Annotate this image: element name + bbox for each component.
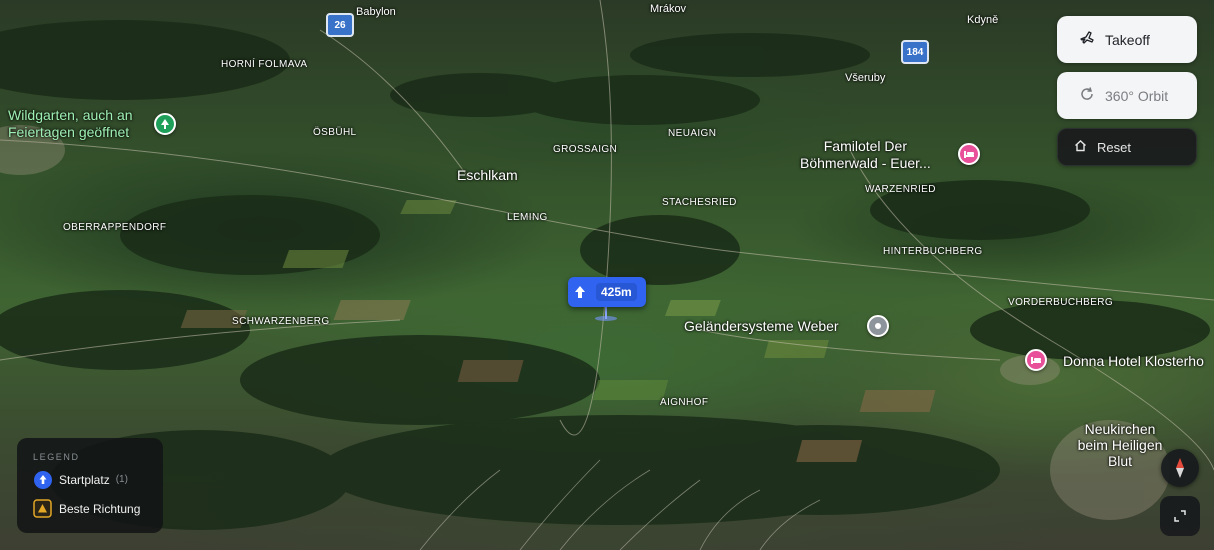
takeoff-button[interactable]: Takeoff bbox=[1057, 16, 1197, 63]
place-label-leming: LEMING bbox=[507, 212, 548, 223]
place-label-vseruby: Všeruby bbox=[845, 72, 886, 84]
place-label-schwarzenberg: SCHWARZENBERG bbox=[232, 316, 330, 327]
place-label-osbuhl: ÖSBÜHL bbox=[313, 127, 357, 138]
place-label-horni-folmava: HORNÍ FOLMAVA bbox=[221, 59, 308, 70]
place-label-mrakov: Mrákov bbox=[650, 3, 687, 15]
place-label-oberrappendorf: OBERRAPPENDORF bbox=[63, 222, 167, 233]
orbit-label: 360° Orbit bbox=[1105, 87, 1169, 104]
rotate-icon bbox=[1079, 86, 1095, 105]
hotel-bed-icon[interactable] bbox=[1025, 349, 1047, 371]
place-label-babylon: Babylon bbox=[356, 6, 396, 18]
orbit-button[interactable]: 360° Orbit bbox=[1057, 72, 1197, 119]
place-label-neuaign: NEUAIGN bbox=[668, 128, 717, 139]
legend-panel: LEGEND Startplatz (1) Beste Richtung bbox=[17, 438, 163, 533]
legend-label-beste-richtung: Beste Richtung bbox=[59, 501, 141, 516]
poi-label-familotel: Familotel Der Böhmerwald - Euer... bbox=[800, 138, 931, 172]
place-label-vorderbuchberg: VORDERBUCHBERG bbox=[1008, 297, 1114, 308]
poi-label-familotel-line1: Familotel Der bbox=[823, 138, 907, 154]
poi-label-donna-hotel: Donna Hotel Klosterho bbox=[1063, 353, 1204, 369]
reset-label: Reset bbox=[1097, 139, 1131, 155]
place-label-kdyne: Kdyně bbox=[967, 14, 999, 26]
legend-count-startplatz: (1) bbox=[115, 474, 128, 485]
tree-icon[interactable] bbox=[154, 113, 176, 135]
place-label-warzenried: WARZENRIED bbox=[865, 184, 936, 195]
legend-label-startplatz: Startplatz bbox=[59, 472, 110, 487]
launch-site-marker[interactable]: 425m bbox=[568, 277, 646, 307]
legend-item-startplatz: Startplatz (1) bbox=[33, 470, 147, 489]
legend-item-beste-richtung: Beste Richtung bbox=[33, 499, 147, 518]
road-shield-184: 184 bbox=[901, 40, 929, 64]
place-label-neukirchen: Neukirchen beim Heiligen Blut bbox=[1077, 421, 1163, 469]
takeoff-label: Takeoff bbox=[1105, 31, 1150, 48]
terrain-layer bbox=[0, 0, 1214, 550]
arrow-up-circle-icon bbox=[33, 470, 52, 489]
satellite-map[interactable]: 26 184 Babylon Mrákov Kdyně HORNÍ FOLMAV… bbox=[0, 0, 1214, 550]
hotel-bed-icon[interactable] bbox=[958, 143, 980, 165]
marker-altitude: 425m bbox=[596, 283, 637, 301]
plane-icon bbox=[1079, 30, 1095, 49]
fullscreen-icon[interactable] bbox=[1160, 496, 1200, 536]
place-label-aignhof: AIGNHOF bbox=[660, 397, 709, 408]
poi-label-wildgarten: Wildgarten, auch an Feiertagen geöffnet bbox=[8, 107, 133, 141]
poi-label-wildgarten-line1: Wildgarten, auch an bbox=[8, 107, 133, 123]
triangle-icon bbox=[33, 499, 52, 518]
poi-label-gelaender: Geländersysteme Weber bbox=[684, 318, 839, 334]
reset-button[interactable]: Reset bbox=[1057, 128, 1197, 166]
compass-icon[interactable] bbox=[1161, 449, 1199, 487]
place-label-hinterbuchberg: HINTERBUCHBERG bbox=[883, 246, 983, 257]
marker-stem bbox=[605, 307, 607, 319]
location-pin-icon[interactable] bbox=[867, 315, 889, 337]
poi-label-familotel-line2: Böhmerwald - Euer... bbox=[800, 155, 931, 171]
home-icon bbox=[1074, 139, 1087, 155]
place-label-eschlkam: Eschlkam bbox=[457, 167, 518, 183]
poi-label-wildgarten-line2: Feiertagen geöffnet bbox=[8, 124, 130, 140]
road-shield-26: 26 bbox=[326, 13, 354, 37]
place-label-stachesried: STACHESRIED bbox=[662, 197, 737, 208]
place-label-grossaign: GROSSAIGN bbox=[553, 144, 618, 155]
legend-title: LEGEND bbox=[33, 452, 80, 462]
arrow-up-icon bbox=[568, 277, 592, 307]
